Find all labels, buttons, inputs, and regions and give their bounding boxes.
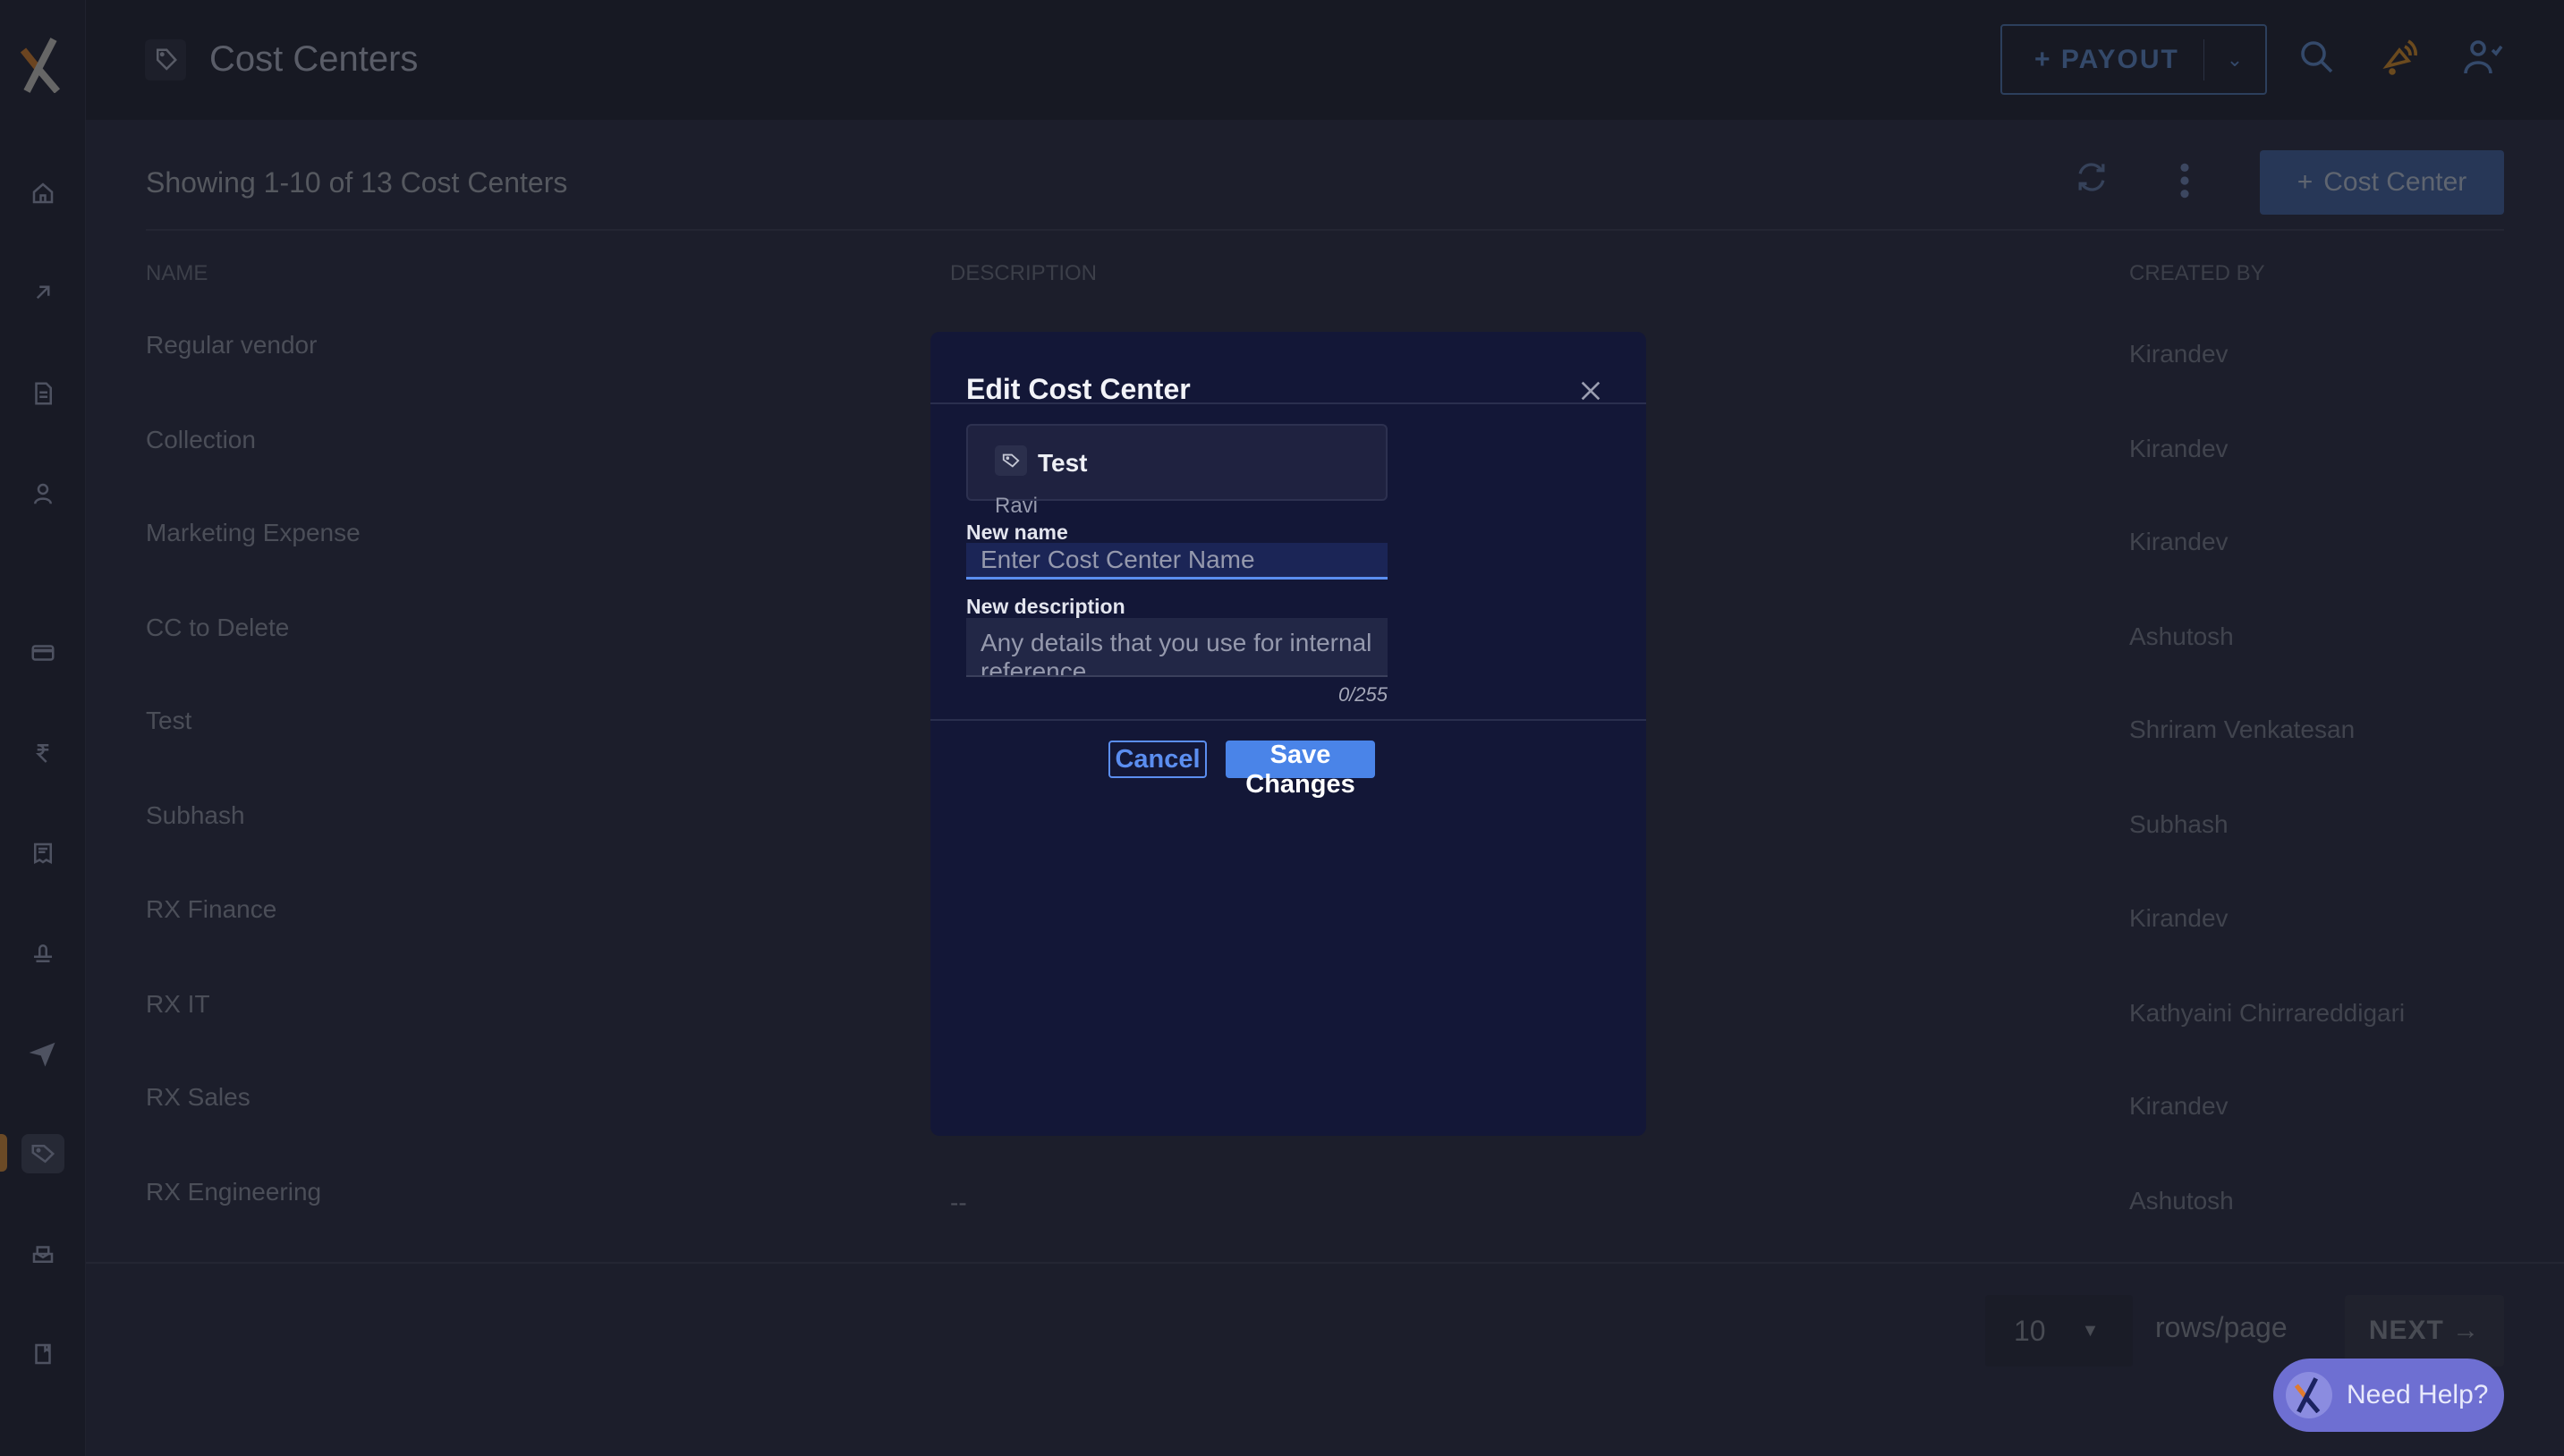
- plus-icon: +: [2297, 167, 2314, 197]
- cell-created-by: Kirandev: [2129, 435, 2229, 462]
- new-description-input[interactable]: [966, 618, 1388, 677]
- cell-created-by: Shriram Venkatesan: [2129, 715, 2356, 743]
- need-help-button[interactable]: Need Help?: [2273, 1359, 2504, 1432]
- book-icon[interactable]: [25, 1336, 61, 1372]
- cell-description: --: [950, 1189, 967, 1216]
- search-icon[interactable]: [2296, 36, 2339, 79]
- cell-created-by: Kirandev: [2129, 528, 2229, 555]
- refresh-icon[interactable]: [2072, 157, 2111, 197]
- chevron-down-icon[interactable]: ⌄: [2204, 48, 2265, 72]
- rupee-icon[interactable]: [25, 735, 61, 771]
- showing-count: Showing 1-10 of 13 Cost Centers: [146, 166, 568, 199]
- announcement-icon[interactable]: [2380, 36, 2423, 79]
- cost-center-owner: Ravi: [995, 494, 1039, 518]
- cell-created-by: Subhash: [2129, 810, 2229, 838]
- cell-created-by: Kathyaini Chirrareddigari: [2129, 999, 2406, 1027]
- tag-icon: [145, 39, 186, 80]
- add-cost-center-label: Cost Center: [2323, 167, 2467, 197]
- rows-per-page-value: 10: [2014, 1314, 2046, 1347]
- column-header-name[interactable]: NAME: [146, 261, 208, 286]
- cell-created-by: Kirandev: [2129, 904, 2229, 932]
- active-indicator: [0, 1134, 7, 1172]
- cell-name: Test: [146, 707, 192, 734]
- inbox-icon[interactable]: [25, 1236, 61, 1272]
- arrow-up-right-icon[interactable]: [25, 275, 61, 310]
- home-icon[interactable]: [25, 175, 61, 211]
- new-name-input[interactable]: [966, 543, 1388, 580]
- new-description-label: New description: [966, 595, 1125, 618]
- close-icon[interactable]: [1576, 377, 1605, 405]
- cell-name: Collection: [146, 426, 256, 453]
- cell-name: CC to Delete: [146, 614, 290, 641]
- divider: [930, 402, 1646, 404]
- document-icon[interactable]: [25, 376, 61, 411]
- tag-icon[interactable]: [21, 1134, 64, 1173]
- cancel-button[interactable]: Cancel: [1108, 741, 1207, 778]
- send-icon[interactable]: [25, 1036, 61, 1071]
- cell-created-by: Ashutosh: [2129, 622, 2234, 650]
- stamp-icon[interactable]: [25, 935, 61, 971]
- page-title: Cost Centers: [209, 39, 419, 79]
- edit-cost-center-dialog: Edit Cost Center Test Ravi New name New …: [930, 332, 1646, 1136]
- payout-button[interactable]: + PAYOUT ⌄: [2000, 24, 2267, 95]
- next-page-button[interactable]: NEXT →: [2345, 1295, 2504, 1367]
- cell-name: Regular vendor: [146, 331, 318, 359]
- save-changes-button[interactable]: Save Changes: [1226, 741, 1375, 799]
- logo-icon[interactable]: [18, 38, 68, 93]
- cell-created-by: Kirandev: [2129, 340, 2229, 368]
- divider: [146, 229, 2504, 231]
- cell-name: RX IT: [146, 990, 210, 1018]
- cell-name: Marketing Expense: [146, 519, 361, 546]
- logo-icon: [2286, 1372, 2332, 1418]
- tag-icon: [995, 445, 1027, 476]
- caret-down-icon: ▼: [2081, 1320, 2100, 1341]
- cell-name: RX Finance: [146, 895, 277, 923]
- add-cost-center-button[interactable]: + Cost Center: [2260, 150, 2504, 215]
- more-options-icon[interactable]: [2172, 161, 2197, 200]
- need-help-label: Need Help?: [2347, 1380, 2489, 1409]
- cell-name: RX Engineering: [146, 1178, 322, 1206]
- cost-center-name: Test: [1038, 449, 1088, 477]
- column-header-description[interactable]: DESCRIPTION: [950, 261, 1097, 286]
- payout-label: + PAYOUT: [2034, 44, 2179, 74]
- column-header-created-by[interactable]: CREATED BY: [2129, 261, 2265, 286]
- cell-name: RX Sales: [146, 1083, 250, 1111]
- new-name-label: New name: [966, 521, 1068, 544]
- character-counter: 0/255: [1337, 683, 1388, 706]
- cell-created-by: Ashutosh: [2129, 1187, 2234, 1215]
- rows-per-page-select[interactable]: 10 ▼: [1985, 1295, 2133, 1367]
- sidebar: [0, 0, 86, 1456]
- cell-created-by: Kirandev: [2129, 1092, 2229, 1120]
- user-icon[interactable]: [25, 476, 61, 512]
- card-icon[interactable]: [25, 635, 61, 671]
- dialog-title: Edit Cost Center: [966, 373, 1191, 405]
- cell-name: Subhash: [146, 801, 245, 829]
- current-cost-center-card: Test Ravi: [966, 424, 1388, 518]
- rows-per-page-label: rows/page: [2155, 1311, 2288, 1343]
- divider: [930, 719, 1646, 721]
- divider: [86, 1262, 2564, 1264]
- user-check-icon[interactable]: [2460, 36, 2503, 79]
- receipt-icon[interactable]: [25, 835, 61, 871]
